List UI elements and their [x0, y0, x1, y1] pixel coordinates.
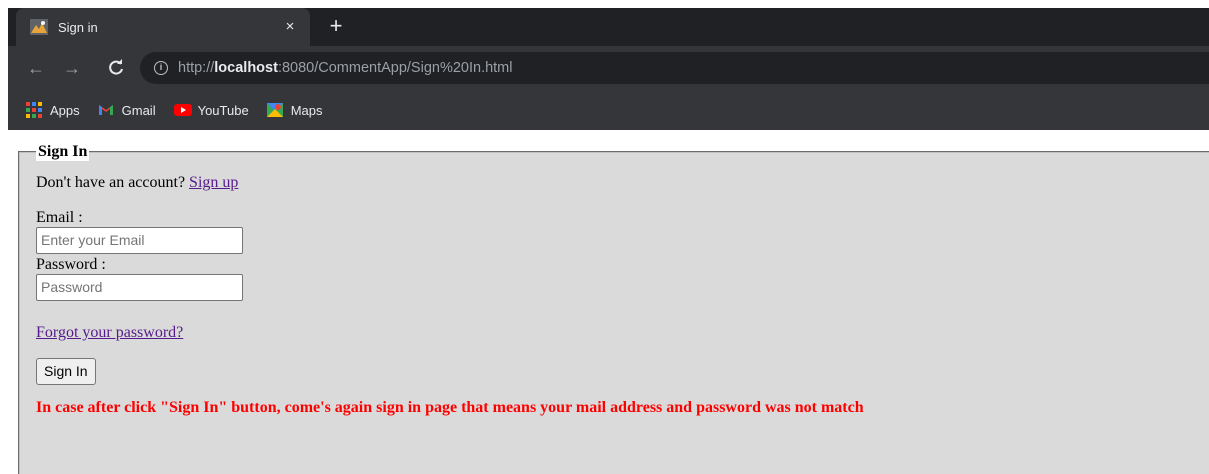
email-label: Email : — [36, 209, 83, 226]
bookmark-maps[interactable]: Maps — [266, 102, 323, 118]
bookmark-label: Gmail — [121, 102, 156, 118]
password-label: Password : — [36, 256, 106, 273]
tab-strip: Sign in × + — [0, 0, 1209, 46]
tab-sign-in[interactable]: Sign in × — [16, 8, 310, 46]
password-field[interactable]: Password — [36, 274, 243, 301]
address-bar[interactable]: i http://localhost:8080/CommentApp/Sign%… — [140, 52, 1209, 84]
url-text: http://localhost:8080/CommentApp/Sign%20… — [178, 60, 513, 76]
apps-grid-icon — [26, 102, 42, 118]
info-icon[interactable]: i — [154, 61, 168, 75]
page-content: Sign In Don't have an account? Sign up E… — [8, 130, 1209, 474]
reload-icon[interactable] — [104, 56, 128, 80]
youtube-icon — [173, 102, 192, 118]
back-arrow-icon[interactable]: ← — [24, 56, 48, 80]
email-field[interactable]: Enter your Email — [36, 227, 243, 254]
tab-title: Sign in — [58, 19, 98, 35]
bookmark-label: Apps — [50, 102, 80, 118]
new-tab-icon[interactable]: + — [326, 15, 346, 37]
favicon-icon — [30, 19, 48, 35]
bookmark-youtube[interactable]: YouTube — [173, 102, 249, 118]
bookmark-label: Maps — [290, 102, 323, 118]
error-notice: In case after click "Sign In" button, co… — [36, 399, 864, 416]
forgot-password-link[interactable]: Forgot your password? — [36, 324, 183, 341]
bookmark-gmail[interactable]: Gmail — [98, 102, 156, 118]
gmail-icon — [98, 102, 114, 118]
forward-arrow-icon[interactable]: → — [60, 56, 84, 80]
close-icon[interactable]: × — [280, 17, 300, 37]
sign-in-button[interactable]: Sign In — [36, 358, 96, 385]
browser-toolbar: ← → i http://localhost:8080/CommentApp/S… — [8, 46, 1209, 90]
sign-in-form: Don't have an account? Sign up Email : E… — [36, 160, 864, 417]
no-account-text: Don't have an account? — [36, 174, 186, 191]
signup-prompt: Don't have an account? Sign up — [36, 174, 864, 192]
maps-icon — [266, 102, 283, 118]
signup-link[interactable]: Sign up — [189, 174, 238, 191]
bookmark-label: YouTube — [197, 102, 249, 118]
fieldset-legend: Sign In — [36, 143, 90, 161]
bookmarks-bar: Apps Gmail YouTube Maps — [8, 90, 1209, 130]
bookmark-apps[interactable]: Apps — [26, 102, 80, 118]
